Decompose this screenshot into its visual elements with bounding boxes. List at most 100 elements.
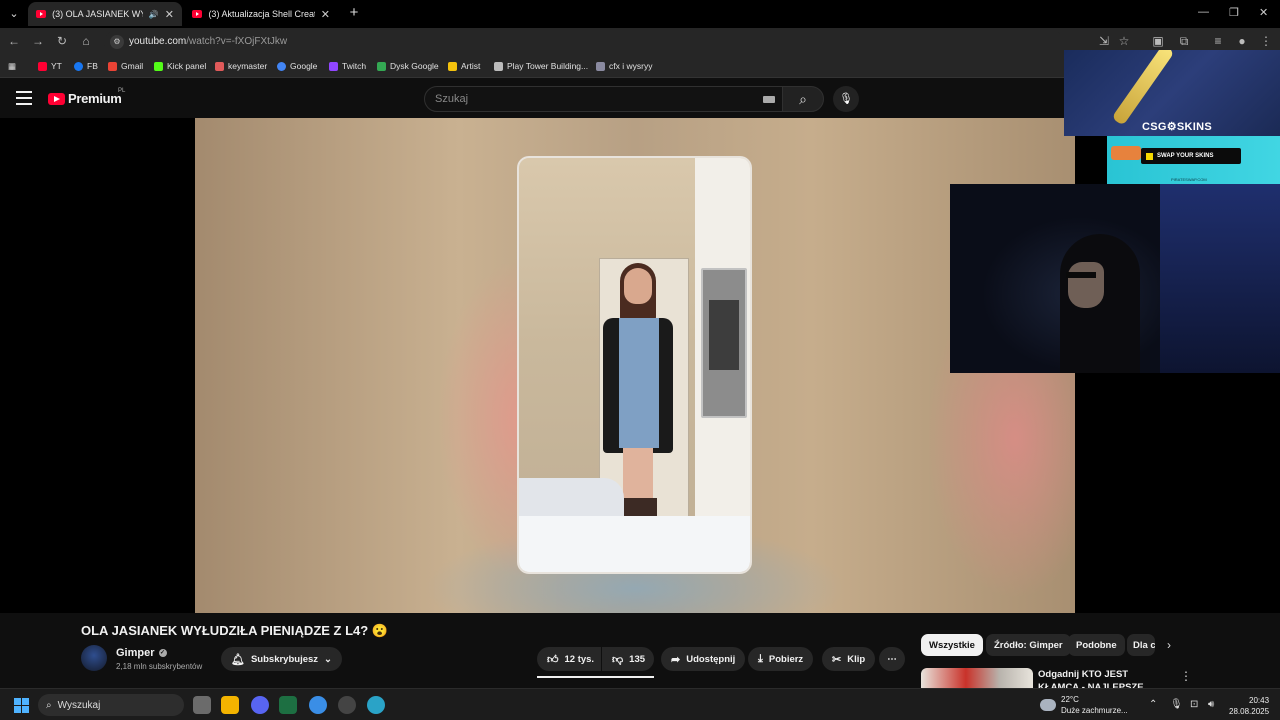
knife-icon [1111, 50, 1175, 126]
recommendation-title[interactable]: Odgadnij KTO JEST KŁAMCĄ - NAJLEPSZE MOM… [1038, 668, 1168, 688]
download-button[interactable]: ⤓ Pobierz [748, 647, 814, 671]
chrome-icon[interactable] [309, 696, 327, 714]
tab-search-chevron-icon[interactable]: ⌄ [4, 4, 24, 24]
tab-close-icon[interactable]: ✕ [165, 8, 174, 21]
address-bar[interactable]: ⚙ youtube.com/watch?v=-fXOjFXtJkw [104, 31, 1064, 53]
bookmark-fb[interactable]: FB [74, 61, 98, 71]
more-actions-button[interactable]: ⋯ [879, 647, 905, 671]
browser-menu-icon[interactable]: ⋮ [1258, 34, 1274, 48]
video-phone-recording [517, 156, 752, 574]
channel-name-link[interactable]: Gimper ✓ [116, 647, 167, 659]
weather-temperature: 22°C [1061, 695, 1079, 704]
bookmark-google[interactable]: Google [277, 61, 317, 71]
excel-icon[interactable] [279, 696, 297, 714]
video-frame[interactable] [195, 118, 1075, 613]
file-explorer-icon[interactable] [221, 696, 239, 714]
chip-for-you[interactable]: Dla c [1127, 634, 1155, 656]
tab-close-icon[interactable]: ✕ [321, 8, 330, 21]
extension-icon[interactable]: ▣ [1150, 34, 1166, 48]
bookmark-star-icon[interactable]: ☆ [1116, 34, 1132, 48]
video-oven [701, 268, 747, 418]
channel-avatar[interactable] [81, 645, 107, 671]
bookmark-artist[interactable]: Artist [448, 61, 480, 71]
bookmark-gmail[interactable]: Gmail [108, 61, 143, 71]
windows-start-icon[interactable] [14, 698, 29, 713]
video-face [624, 268, 652, 304]
share-icon: ➦ [671, 653, 681, 666]
profile-avatar-icon[interactable]: ● [1234, 34, 1250, 48]
reading-list-icon[interactable]: ≡ [1210, 34, 1226, 48]
bookmark-twitch[interactable]: Twitch [329, 61, 366, 71]
voice-search-button[interactable]: 🎙 [833, 86, 859, 112]
reload-icon[interactable]: ↻ [54, 34, 70, 48]
more-icon: ⋯ [887, 653, 897, 665]
like-button[interactable]: 👍︎ 12 tys. [537, 647, 601, 671]
gmail-icon [108, 61, 117, 71]
bookmark-keymaster[interactable]: keymaster [215, 61, 267, 71]
system-clock[interactable]: 20:43 28.08.2025 [1229, 695, 1269, 717]
chips-next-icon[interactable]: › [1167, 638, 1171, 652]
recommendation-thumbnail[interactable] [921, 668, 1033, 688]
guide-menu-icon[interactable] [16, 91, 32, 105]
url-text[interactable]: youtube.com/watch?v=-fXOjFXtJkw [129, 36, 287, 47]
tab-audio-icon[interactable]: 🔊 [149, 10, 159, 19]
recommendation-menu-icon[interactable]: ⋮ [1180, 669, 1192, 683]
network-icon[interactable]: ⊡ [1190, 699, 1198, 710]
close-window-icon[interactable]: ✕ [1259, 6, 1268, 19]
task-view-icon[interactable] [193, 696, 211, 714]
restore-icon[interactable]: ❐ [1229, 6, 1239, 19]
tray-overflow-icon[interactable]: ⌃ [1149, 699, 1157, 710]
minimize-icon[interactable]: — [1198, 6, 1209, 18]
video-boots [621, 498, 657, 518]
bookmark-label: Artist [461, 61, 481, 71]
search-button[interactable]: ⌕ [782, 86, 824, 112]
tab-shell-creator[interactable]: (3) Aktualizacja Shell Creator 1. ✕ [184, 2, 338, 26]
volume-icon[interactable]: 🔊︎ [1208, 699, 1214, 710]
bookmark-dysk-google[interactable]: Dysk Google [377, 61, 439, 71]
apps-grid-icon[interactable]: ▦ [8, 61, 16, 72]
microphone-icon: 🎙 [839, 93, 853, 105]
search-placeholder: Szukaj [435, 93, 469, 105]
chip-related[interactable]: Podobne [1068, 634, 1125, 656]
microphone-tray-icon[interactable]: 🎙︎ [1170, 699, 1183, 710]
back-icon[interactable]: ← [6, 34, 22, 48]
video-oven-window [709, 300, 739, 370]
chip-all[interactable]: Wszystkie [921, 634, 983, 656]
kick-icon [154, 61, 163, 71]
swap-site-text: PIRATESWAP.COM [1171, 177, 1207, 182]
forward-icon[interactable]: → [30, 34, 46, 48]
app-icon[interactable] [338, 696, 356, 714]
install-app-icon[interactable]: ⇲ [1096, 34, 1112, 48]
new-tab-button[interactable]: + [345, 4, 363, 22]
swap-text: SWAP YOUR SKINS [1157, 153, 1214, 159]
tab-title: (3) OLA JASIANEK WYŁUDZ [52, 9, 143, 19]
chip-label: Źródło: Gimper [994, 639, 1063, 651]
subscribed-button[interactable]: 🔔︎ Subskrybujesz ⌄ [221, 647, 342, 671]
youtube-premium-logo[interactable]: Premium [48, 91, 122, 106]
home-icon[interactable]: ⌂ [78, 34, 94, 48]
logo-text: Premium [68, 91, 122, 106]
bookmark-play-tower[interactable]: Play Tower Building... [494, 61, 588, 71]
extensions-puzzle-icon[interactable]: ⧉ [1176, 34, 1192, 49]
search-input[interactable]: Szukaj [424, 86, 784, 112]
video-table [519, 516, 750, 572]
site-info-icon[interactable]: ⚙ [110, 35, 124, 49]
discord-icon[interactable] [251, 696, 269, 714]
dislike-button[interactable]: 👎︎ 135 [602, 647, 654, 671]
bookmark-kick-panel[interactable]: Kick panel [154, 61, 206, 71]
share-button[interactable]: ➦ Udostępnij [661, 647, 746, 671]
chip-source-gimper[interactable]: Źródło: Gimper [986, 634, 1071, 656]
taskbar-search-input[interactable]: ⌕ Wyszukaj [38, 694, 184, 716]
bookmark-cfx[interactable]: cfx i wysryy [596, 61, 652, 71]
globe-app-icon[interactable] [367, 696, 385, 714]
bookmark-label: Google [290, 61, 318, 71]
tab-youtube-video[interactable]: (3) OLA JASIANEK WYŁUDZ 🔊 ✕ [28, 2, 182, 26]
bookmark-label: Kick panel [167, 61, 207, 71]
clip-label: Klip [847, 653, 866, 665]
weather-widget[interactable]: 22°C Duże zachmurze... [1040, 694, 1128, 716]
clip-button[interactable]: ✂ Klip [822, 647, 876, 671]
keyboard-icon[interactable] [763, 96, 775, 103]
subscribe-label: Subskrybujesz [250, 653, 319, 665]
bookmark-yt[interactable]: YT [38, 61, 62, 71]
bookmark-label: Dysk Google [390, 61, 439, 71]
